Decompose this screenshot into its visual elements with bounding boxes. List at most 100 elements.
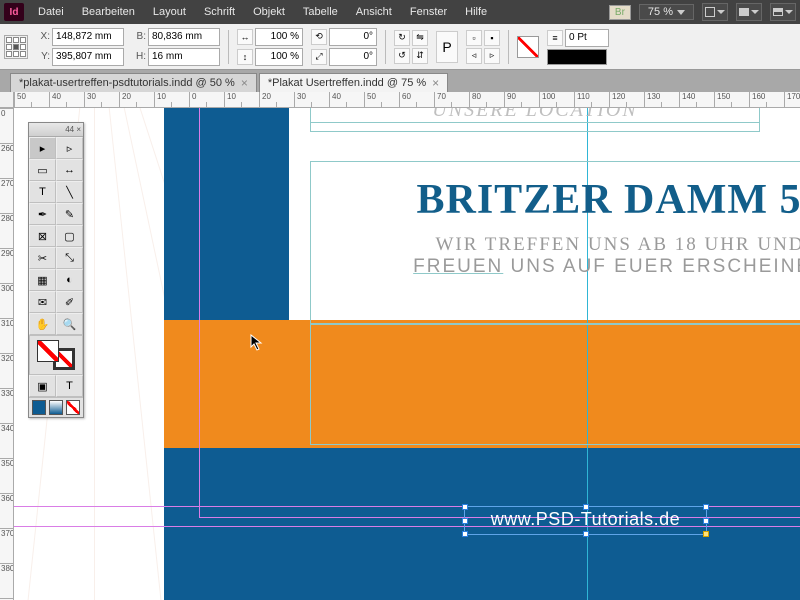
y-input[interactable]	[52, 48, 124, 66]
selection-handle[interactable]	[462, 518, 468, 524]
close-icon[interactable]: ×	[241, 76, 248, 90]
stroke-weight-input[interactable]	[565, 29, 609, 47]
type-tool[interactable]: T	[29, 181, 56, 203]
chevron-down-icon	[677, 10, 685, 15]
bridge-button[interactable]: Br	[609, 5, 631, 20]
menu-layout[interactable]: Layout	[145, 6, 194, 18]
text-frame-orange[interactable]	[310, 324, 800, 445]
select-content-icon[interactable]: ▪	[484, 30, 500, 46]
menu-bar: Id Datei Bearbeiten Layout Schrift Objek…	[0, 0, 800, 24]
select-container-icon[interactable]: ▫	[466, 30, 482, 46]
chevron-down-icon	[717, 10, 725, 14]
subtitle-line-1: WIR TREFFEN UNS AB 18 UHR UND	[311, 234, 800, 256]
gap-tool[interactable]: ↔	[56, 159, 83, 181]
direct-selection-tool[interactable]: ▹	[56, 137, 83, 159]
selected-text-frame[interactable]: www.PSD-Tutorials.de	[464, 506, 707, 535]
x-label: X:	[36, 31, 50, 42]
document-tabs: *plakat-usertreffen-psdtutorials.indd @ …	[0, 70, 800, 92]
hand-tool[interactable]: ✋	[29, 313, 56, 335]
rotate-icon: ⟲	[311, 29, 327, 45]
ruler-origin[interactable]	[0, 92, 14, 108]
flip-h-icon[interactable]: ⇋	[412, 30, 428, 46]
rotate-cw-icon[interactable]: ↻	[394, 30, 410, 46]
link-text: www.PSD-Tutorials.de	[491, 509, 680, 529]
formatting-text-icon[interactable]: T	[56, 375, 83, 397]
location-header-text: UNSERE LOCATION	[311, 108, 759, 123]
zoom-value: 75 %	[648, 6, 673, 18]
fill-stroke-control[interactable]	[29, 335, 83, 375]
tab-label: *plakat-usertreffen-psdtutorials.indd @ …	[19, 77, 235, 89]
shear-input[interactable]	[329, 48, 377, 66]
horizontal-ruler[interactable]: 5040302010010203040506070809010011012013…	[14, 92, 800, 108]
chevron-down-icon	[785, 10, 793, 14]
menu-help[interactable]: Hilfe	[457, 6, 495, 18]
w-input[interactable]	[148, 28, 220, 46]
character-panel-icon[interactable]: P	[436, 31, 458, 63]
pen-tool[interactable]: ✒	[29, 203, 56, 225]
selection-handle-overset[interactable]	[703, 531, 709, 537]
menu-file[interactable]: Datei	[30, 6, 72, 18]
rectangle-frame-tool[interactable]: ⊠	[29, 225, 56, 247]
scale-x-input[interactable]	[255, 28, 303, 46]
scale-y-icon: ↕	[237, 49, 253, 65]
x-input[interactable]	[52, 28, 124, 46]
zoom-tool[interactable]: 🔍	[56, 313, 83, 335]
close-icon[interactable]: ×	[432, 76, 439, 90]
fill-swatch[interactable]	[517, 36, 539, 58]
view-options-button[interactable]	[702, 3, 728, 21]
line-tool[interactable]: ╲	[56, 181, 83, 203]
tab-label: *Plakat Usertreffen.indd @ 75 %	[268, 77, 426, 89]
rotate-input[interactable]	[329, 28, 377, 46]
tab-doc-1[interactable]: *plakat-usertreffen-psdtutorials.indd @ …	[10, 73, 257, 92]
menu-edit[interactable]: Bearbeiten	[74, 6, 143, 18]
gradient-feather-tool[interactable]: ◐	[56, 269, 83, 291]
text-frame-main[interactable]: BRITZER DAMM 51 WIR TREFFEN UNS AB 18 UH…	[310, 161, 800, 324]
menu-type[interactable]: Schrift	[196, 6, 243, 18]
menu-view[interactable]: Ansicht	[348, 6, 400, 18]
scale-y-input[interactable]	[255, 48, 303, 66]
stroke-style-dropdown[interactable]	[547, 49, 607, 65]
subtitle-line-2: FREUEN UNS AUF EUER ERSCHEINEN	[311, 256, 800, 278]
free-transform-tool[interactable]: ⤡	[56, 247, 83, 269]
selection-tool[interactable]: ▸	[29, 137, 56, 159]
workspace: 5040302010010203040506070809010011012013…	[0, 92, 800, 600]
zoom-dropdown[interactable]: 75 %	[639, 4, 694, 20]
note-tool[interactable]: ✉	[29, 291, 56, 313]
rotate-ccw-icon[interactable]: ↺	[394, 48, 410, 64]
canvas[interactable]: UNSERE LOCATION BRITZER DAMM 51 WIR TREF…	[14, 108, 800, 600]
select-prev-icon[interactable]: ◃	[466, 48, 482, 64]
select-next-icon[interactable]: ▹	[484, 48, 500, 64]
selection-handle[interactable]	[703, 518, 709, 524]
h-label: H:	[132, 51, 146, 62]
apply-gradient-swatch[interactable]	[49, 400, 63, 415]
apply-none-swatch[interactable]	[66, 400, 80, 415]
menu-object[interactable]: Objekt	[245, 6, 293, 18]
rectangle-tool[interactable]: ▢	[56, 225, 83, 247]
eyedropper-tool[interactable]: ✐	[56, 291, 83, 313]
h-input[interactable]	[148, 48, 220, 66]
selection-handle[interactable]	[583, 531, 589, 537]
apply-color-swatch[interactable]	[32, 400, 46, 415]
screen-mode-button[interactable]	[736, 3, 762, 21]
vertical-ruler[interactable]: 0260270280290300310320330340350360370380…	[0, 108, 14, 600]
menu-table[interactable]: Tabelle	[295, 6, 346, 18]
selection-handle[interactable]	[462, 504, 468, 510]
default-colors-row	[29, 397, 83, 417]
selection-handle[interactable]	[583, 504, 589, 510]
formatting-container-icon[interactable]: ▣	[29, 375, 56, 397]
arrange-docs-button[interactable]	[770, 3, 796, 21]
tab-doc-2[interactable]: *Plakat Usertreffen.indd @ 75 % ×	[259, 73, 448, 92]
y-label: Y:	[36, 51, 50, 62]
text-frame-location-header[interactable]: UNSERE LOCATION	[310, 108, 760, 132]
scissors-tool[interactable]: ✂	[29, 247, 56, 269]
page-tool[interactable]: ▭	[29, 159, 56, 181]
tools-panel-header[interactable]: 44 ×	[29, 123, 83, 137]
reference-point[interactable]	[4, 35, 28, 59]
menu-window[interactable]: Fenster	[402, 6, 455, 18]
fill-swatch-icon[interactable]	[37, 340, 59, 362]
flip-v-icon[interactable]: ⇵	[412, 48, 428, 64]
selection-handle[interactable]	[703, 504, 709, 510]
pencil-tool[interactable]: ✎	[56, 203, 83, 225]
gradient-swatch-tool[interactable]: ▦	[29, 269, 56, 291]
selection-handle[interactable]	[462, 531, 468, 537]
